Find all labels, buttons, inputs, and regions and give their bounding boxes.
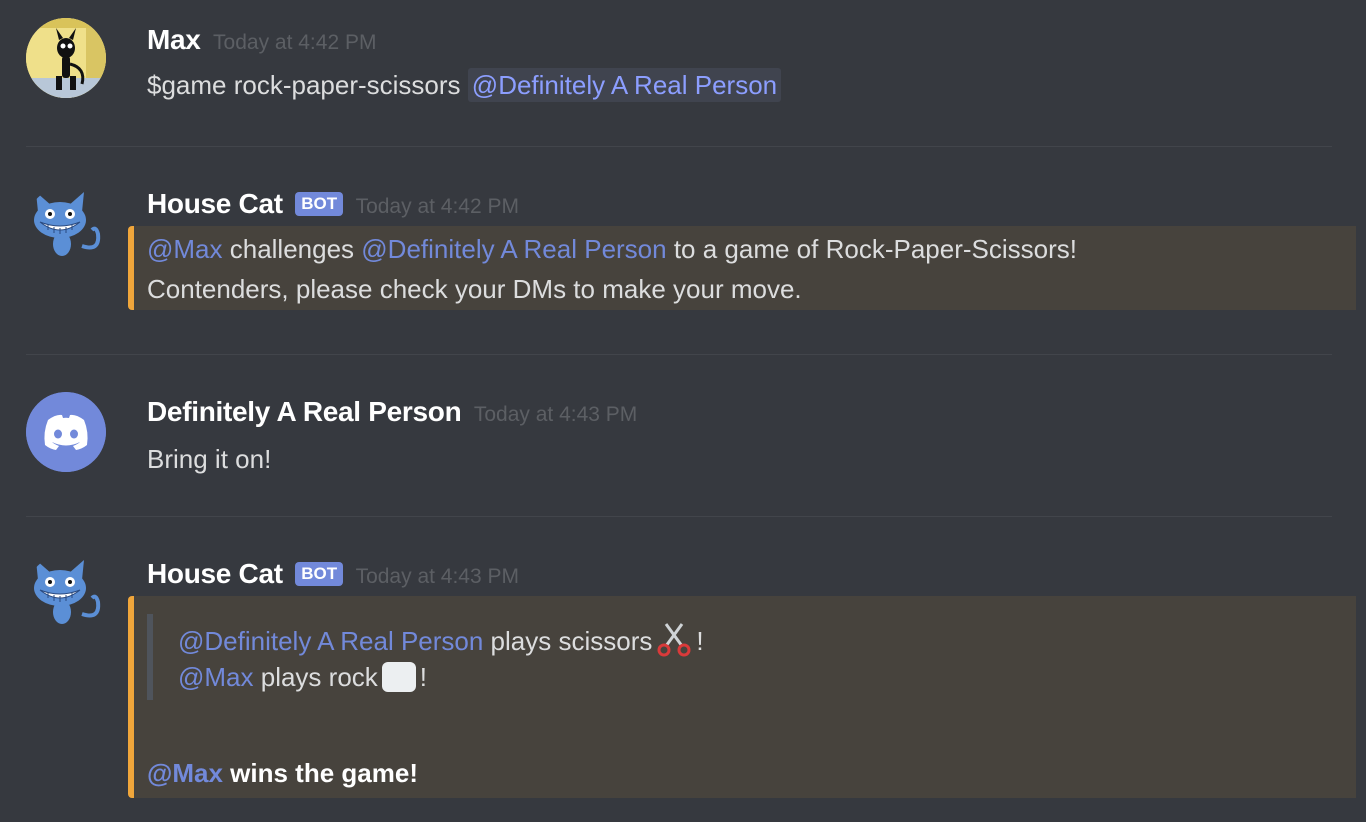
message-divider [26, 516, 1332, 517]
bot-embed-result: @Definitely A Real Person plays scissors… [128, 596, 1356, 798]
rock-emoji-icon [381, 662, 416, 692]
blockquote-bar [147, 614, 153, 700]
embed-text: challenges [222, 234, 362, 264]
avatar-house-cat[interactable] [26, 554, 106, 634]
quote-line-rock: @Max plays rock! [178, 662, 427, 693]
username-house-cat[interactable]: House Cat [147, 188, 283, 219]
user-mention[interactable]: @Max [147, 758, 223, 788]
message-divider [26, 354, 1332, 355]
grinning-cat-icon [34, 560, 101, 624]
timestamp[interactable]: Today at 4:42 PM [213, 31, 376, 54]
message-header-person: Definitely A Real Person Today at 4:43 P… [147, 396, 637, 428]
quote-text: plays scissors [483, 626, 653, 656]
cat-cartoon-avatar-icon [26, 18, 106, 98]
message-header-house-cat: House Cat BOT Today at 4:43 PM [147, 558, 519, 590]
result-line: @Max wins the game! [147, 758, 418, 789]
timestamp[interactable]: Today at 4:42 PM [356, 195, 519, 218]
user-mention[interactable]: @Max [147, 234, 223, 264]
user-mention[interactable]: @Definitely A Real Person [178, 626, 483, 656]
discord-logo-icon [26, 392, 106, 472]
avatar-house-cat[interactable] [26, 186, 106, 266]
user-mention[interactable]: @Definitely A Real Person [361, 234, 666, 264]
embed-text: to a game of Rock-Paper-Scissors! [666, 234, 1077, 264]
user-mention[interactable]: @Definitely A Real Person [467, 68, 782, 102]
username-definitely-a-real-person[interactable]: Definitely A Real Person [147, 396, 462, 427]
username-house-cat[interactable]: House Cat [147, 558, 283, 589]
user-mention[interactable]: @Max [178, 662, 254, 692]
message-header-max: Max Today at 4:42 PM [147, 24, 376, 56]
message-divider [26, 146, 1332, 147]
quote-text: plays rock [253, 662, 378, 692]
timestamp[interactable]: Today at 4:43 PM [474, 403, 637, 426]
quote-line-scissors: @Definitely A Real Person plays scissors… [178, 618, 704, 665]
bot-tag: BOT [295, 562, 344, 586]
embed-line-instructions: Contenders, please check your DMs to mak… [147, 274, 802, 304]
message-header-house-cat: House Cat BOT Today at 4:42 PM [147, 188, 519, 220]
bot-embed: @Max challenges @Definitely A Real Perso… [128, 226, 1356, 310]
grinning-cat-icon [34, 192, 101, 256]
quote-text: ! [696, 626, 704, 656]
timestamp[interactable]: Today at 4:43 PM [356, 565, 519, 588]
avatar-definitely-a-real-person[interactable] [26, 392, 106, 472]
username-max[interactable]: Max [147, 24, 201, 55]
embed-line-challenge: @Max challenges @Definitely A Real Perso… [147, 234, 1077, 265]
scissors-emoji-icon [654, 618, 694, 665]
result-text: wins the game! [222, 758, 418, 788]
avatar-max[interactable] [26, 18, 106, 98]
message-content: Bring it on! [147, 444, 272, 474]
quote-text: ! [419, 662, 428, 692]
bot-tag: BOT [295, 192, 344, 216]
message-content: $game rock-paper-scissors @Definitely A … [147, 68, 782, 102]
message-text: $game rock-paper-scissors [147, 70, 461, 100]
